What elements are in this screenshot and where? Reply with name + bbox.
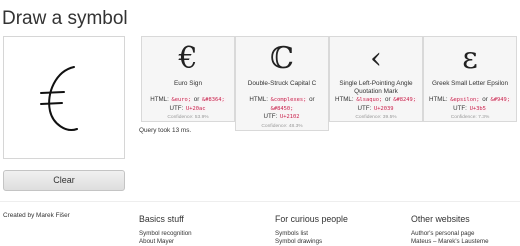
result-html-decimal: &#8450; <box>236 105 328 114</box>
result-confidence: Confidence: 48.3% <box>261 123 303 129</box>
result-symbol: ℂ <box>270 41 294 76</box>
html-decimal-code[interactable]: &#8249; <box>392 97 417 103</box>
utf-code[interactable]: U+2039 <box>373 105 395 112</box>
result-confidence: Confidence: 7.3% <box>450 115 490 121</box>
html-entity-code[interactable]: &euro; <box>170 97 193 103</box>
result-name: Single Left-Pointing Angle Quotation Mar… <box>339 80 413 95</box>
utf-code[interactable]: U+20ac <box>185 105 207 112</box>
html-entity-code[interactable]: &epsilon; <box>449 97 481 103</box>
footer-divider <box>0 201 520 202</box>
query-time: Query took 13 ms. <box>139 127 192 134</box>
footer-column-curious: For curious people Symbols list Symbol d… <box>275 214 348 246</box>
result-html: HTML: &euro; or &#8364; <box>150 96 226 103</box>
utf-code[interactable]: U+2102 <box>279 114 301 121</box>
result-name: Euro Sign <box>173 80 203 87</box>
result-symbol: € <box>178 41 198 76</box>
result-utf: UTF: U+3b5 <box>453 104 487 112</box>
html-decimal-code[interactable]: &#949; <box>489 97 511 103</box>
html-entity-code[interactable]: &complexes; <box>269 97 308 103</box>
result-confidence: Confidence: 39.5% <box>355 115 397 121</box>
footer-credit: Created by Marek Fišer <box>3 212 70 219</box>
footer-heading: Basics stuff <box>139 214 184 224</box>
footer-link[interactable]: Symbol recognition <box>139 230 192 238</box>
clear-button[interactable]: Clear <box>3 170 125 191</box>
result-html: HTML: &lsaquo; or &#8249; <box>335 96 417 103</box>
page-title: Draw a symbol <box>2 8 128 29</box>
result-card-epsilon[interactable]: ε Greek Small Letter Epsilon HTML: &epsi… <box>423 36 517 123</box>
result-utf: UTF: U+20ac <box>169 104 207 112</box>
drawn-euro-stroke <box>40 66 78 131</box>
result-card-left-angle-quote[interactable]: ‹ Single Left-Pointing Angle Quotation M… <box>329 36 423 123</box>
result-card-euro[interactable]: € Euro Sign HTML: &euro; or &#8364; UTF:… <box>141 36 235 123</box>
result-html: HTML: &epsilon; or &#949; <box>429 96 511 103</box>
html-entity-code[interactable]: &lsaquo; <box>355 97 384 103</box>
drawing-canvas[interactable] <box>3 36 125 159</box>
footer-heading: For curious people <box>275 214 348 224</box>
result-symbol: ‹ <box>370 41 382 76</box>
result-utf: UTF: U+2102 <box>263 113 301 121</box>
html-decimal-code[interactable]: &#8450; <box>269 105 295 112</box>
result-html: HTML: &complexes; or <box>249 96 315 103</box>
footer-link[interactable]: Author's personal page <box>411 230 489 238</box>
footer-link[interactable]: Symbols list <box>275 230 348 238</box>
footer-column-other-websites: Other websites Author's personal page Ma… <box>411 214 489 246</box>
utf-code[interactable]: U+3b5 <box>468 105 487 112</box>
result-utf: UTF: U+2039 <box>357 104 395 112</box>
result-confidence: Confidence: 53.9% <box>167 115 209 121</box>
result-name: Double-Struck Capital C <box>247 80 317 87</box>
footer-heading: Other websites <box>411 214 470 224</box>
result-symbol: ε <box>462 41 478 76</box>
result-name: Greek Small Letter Epsilon <box>431 80 508 87</box>
result-card-double-struck-c[interactable]: ℂ Double-Struck Capital C HTML: &complex… <box>235 36 329 131</box>
footer-column-basics: Basics stuff Symbol recognition About Ma… <box>139 214 192 246</box>
html-decimal-code[interactable]: &#8364; <box>201 97 226 103</box>
